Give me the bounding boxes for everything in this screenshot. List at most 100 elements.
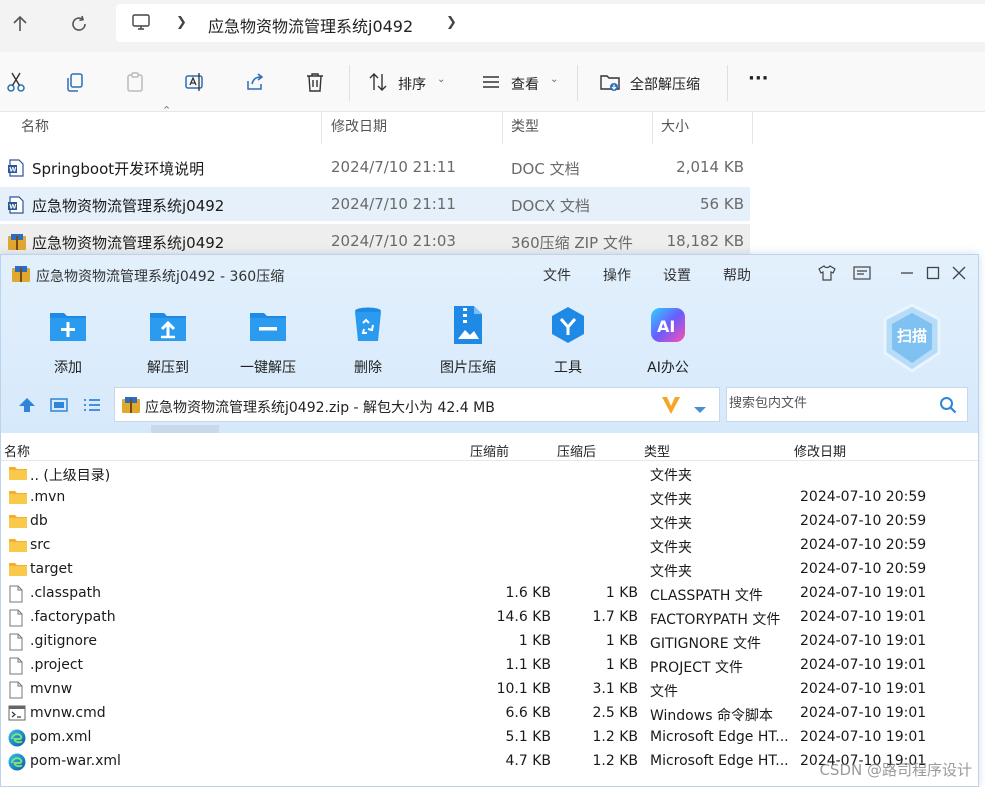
row-name: db: [30, 513, 48, 529]
column-size-before[interactable]: 压缩前: [470, 441, 509, 460]
search-icon[interactable]: [939, 396, 957, 418]
close-icon[interactable]: [949, 263, 969, 283]
column-name[interactable]: 名称: [0, 112, 322, 144]
file-row[interactable]: W Springboot开发环境说明 2024/7/10 21:11 DOC 文…: [0, 150, 750, 184]
view-icon[interactable]: [479, 70, 503, 94]
menu-settings[interactable]: 设置: [663, 265, 691, 285]
column-date[interactable]: 修改日期: [322, 112, 503, 144]
view-button[interactable]: 查看: [511, 74, 539, 94]
archive-row[interactable]: .mvn 文件夹 2024-07-10 20:59: [1, 486, 978, 510]
one-click-extract-button[interactable]: 一键解压: [228, 303, 308, 377]
row-date: 2024-07-10 19:01: [800, 681, 927, 697]
archive-row[interactable]: .gitignore 1 KB 1 KB GITIGNORE 文件 2024-07-10…: [1, 630, 978, 654]
file-date: 2024/7/10 21:03: [331, 232, 456, 250]
refresh-icon[interactable]: [65, 10, 93, 38]
zip-window-header: 应急物资物流管理系统j0492 - 360压缩 文件 操作 设置 帮助 添加 解…: [1, 255, 978, 433]
column-date-label: 修改日期: [331, 119, 387, 135]
archive-row[interactable]: .. (上级目录) 文件夹: [1, 462, 978, 486]
separator: [349, 65, 350, 101]
archive-row[interactable]: .factorypath 14.6 KB 1.7 KB FACTORYPATH 文件 2…: [1, 606, 978, 630]
file-type: DOC 文档: [511, 160, 580, 178]
row-name: mvnw: [30, 681, 73, 697]
column-type[interactable]: 类型: [644, 441, 670, 460]
rename-icon[interactable]: [183, 70, 207, 94]
archive-row[interactable]: db 文件夹 2024-07-10 20:59: [1, 510, 978, 534]
sort-button[interactable]: 排序: [398, 74, 426, 94]
extract-all-icon[interactable]: [598, 70, 622, 94]
column-type[interactable]: 类型: [503, 112, 653, 144]
column-modified-date[interactable]: 修改日期: [794, 441, 846, 460]
row-name: .gitignore: [30, 633, 97, 649]
chevron-right-icon[interactable]: ❯: [176, 15, 187, 30]
archive-row[interactable]: mvnw 10.1 KB 3.1 KB 文件 2024-07-10 19:01: [1, 678, 978, 702]
archive-row[interactable]: .project 1.1 KB 1 KB PROJECT 文件 2024-07-10 1…: [1, 654, 978, 678]
column-size-after[interactable]: 压缩后: [557, 441, 596, 460]
ai-office-button[interactable]: AI AI办公: [628, 303, 708, 377]
scroll-thumb[interactable]: [151, 425, 219, 433]
cut-icon[interactable]: [4, 70, 28, 94]
search-box[interactable]: [726, 387, 968, 422]
sort-icon[interactable]: [366, 70, 390, 94]
tools-label: 工具: [554, 360, 582, 376]
copy-icon[interactable]: [63, 70, 87, 94]
image-compress-button[interactable]: 图片压缩: [428, 303, 508, 377]
menu-operation[interactable]: 操作: [603, 265, 631, 285]
row-size-after: 1 KB: [605, 657, 638, 673]
column-name[interactable]: 名称: [4, 441, 30, 460]
breadcrumb[interactable]: 应急物资物流管理系统j0492: [208, 13, 413, 37]
delete-icon[interactable]: [303, 70, 327, 94]
row-date: 2024-07-10 19:01: [800, 729, 927, 745]
extract-all-button[interactable]: 全部解压缩: [630, 74, 700, 94]
search-input[interactable]: [729, 396, 929, 411]
up-arrow-icon[interactable]: [6, 10, 34, 38]
add-folder-icon: [46, 303, 90, 347]
more-options-button[interactable]: ···: [748, 68, 769, 89]
chevron-down-icon[interactable]: ⌄: [437, 74, 445, 85]
thumbnail-view-icon[interactable]: [50, 397, 68, 417]
chevron-down-icon[interactable]: ⌄: [550, 74, 558, 85]
tools-button[interactable]: 工具: [528, 303, 608, 377]
row-name: .factorypath: [30, 609, 116, 625]
address-box[interactable]: ❯ 应急物资物流管理系统j0492 ❯: [116, 4, 985, 42]
chevron-right-icon[interactable]: ❯: [446, 15, 457, 30]
add-button[interactable]: 添加: [28, 303, 108, 377]
dropdown-arrow-icon[interactable]: [693, 400, 707, 419]
archive-row[interactable]: pom.xml 5.1 KB 1.2 KB Microsoft Edge HT... 2…: [1, 726, 978, 750]
file-row[interactable]: 应急物资物流管理系统j0492 2024/7/10 21:03 360压缩 ZI…: [0, 224, 750, 258]
row-date: 2024-07-10 19:01: [800, 705, 927, 721]
window-title: 应急物资物流管理系统j0492 - 360压缩: [36, 269, 285, 285]
v-badge-icon[interactable]: [660, 394, 682, 420]
column-size[interactable]: 大小: [653, 112, 753, 144]
up-level-icon[interactable]: [18, 397, 36, 417]
scan-button[interactable]: 扫描: [881, 303, 943, 373]
row-type: CLASSPATH 文件: [650, 588, 763, 604]
paste-icon[interactable]: [123, 70, 147, 94]
row-size-before: 1 KB: [518, 633, 551, 649]
archive-path-box[interactable]: 应急物资物流管理系统j0492.zip - 解包大小为 42.4 MB: [114, 387, 720, 422]
archive-row[interactable]: mvnw.cmd 6.6 KB 2.5 KB Windows 命令脚本 2024-07-…: [1, 702, 978, 726]
file-name: 应急物资物流管理系统j0492: [32, 197, 225, 215]
menu-file[interactable]: 文件: [543, 265, 571, 285]
extract-to-button[interactable]: 解压到: [128, 303, 208, 377]
file-name: 应急物资物流管理系统j0492: [32, 234, 225, 252]
feedback-icon[interactable]: [852, 263, 872, 283]
archive-row[interactable]: .classpath 1.6 KB 1 KB CLASSPATH 文件 2024-07-…: [1, 582, 978, 606]
row-size-before: 6.6 KB: [505, 705, 552, 721]
share-icon[interactable]: [243, 70, 267, 94]
archive-row[interactable]: src 文件夹 2024-07-10 20:59: [1, 534, 978, 558]
row-name: target: [30, 561, 73, 577]
file-row-selected[interactable]: W 应急物资物流管理系统j0492 2024/7/10 21:11 DOCX 文…: [0, 187, 750, 221]
row-type: Microsoft Edge HT...: [650, 753, 789, 769]
archive-row[interactable]: target 文件夹 2024-07-10 20:59: [1, 558, 978, 582]
delete-button[interactable]: 删除: [328, 303, 408, 377]
list-view-icon[interactable]: [83, 397, 101, 417]
folder-icon: [8, 489, 28, 509]
skin-icon[interactable]: [817, 263, 837, 283]
path-bar: 应急物资物流管理系统j0492.zip - 解包大小为 42.4 MB: [1, 387, 978, 427]
maximize-icon[interactable]: [923, 263, 943, 283]
minimize-icon[interactable]: [897, 263, 917, 283]
edge-icon: [8, 729, 26, 751]
zip-window: 应急物资物流管理系统j0492 - 360压缩 文件 操作 设置 帮助 添加 解…: [0, 254, 979, 787]
row-name: mvnw.cmd: [30, 705, 106, 721]
menu-help[interactable]: 帮助: [723, 265, 751, 285]
